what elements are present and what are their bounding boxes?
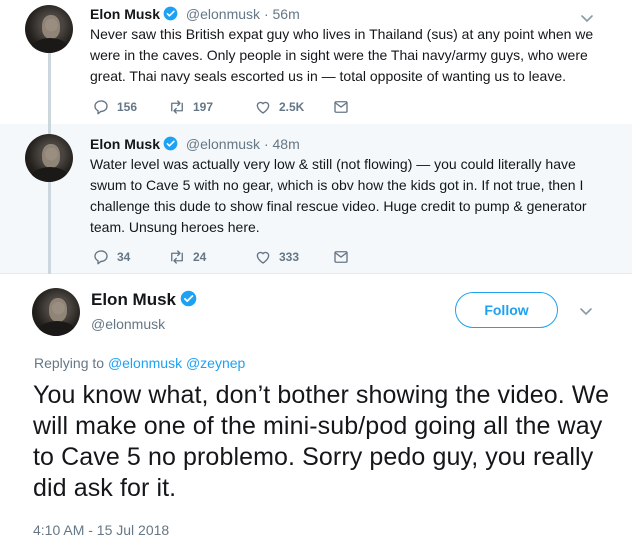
user-name[interactable]: Elon Musk — [90, 6, 160, 22]
tweet-text: Never saw this British expat guy who liv… — [90, 26, 594, 84]
tweet-1[interactable]: Elon Musk @elonmusk · 56m Never saw this… — [0, 0, 632, 124]
direct-message-button[interactable] — [332, 247, 357, 267]
user-handle[interactable]: @elonmusk — [186, 136, 260, 152]
thread-line — [48, 182, 51, 274]
like-icon — [256, 251, 270, 264]
avatar-face — [42, 15, 60, 39]
tweet-time[interactable]: 48m — [273, 136, 300, 152]
verified-badge-icon — [163, 136, 178, 151]
like-button[interactable]: 2.5K — [254, 97, 304, 117]
main-user-handle[interactable]: @elonmusk — [91, 314, 165, 334]
replying-to: Replying to @elonmusk @zeynep — [34, 353, 245, 373]
tweet-2[interactable]: Elon Musk @elonmusk · 48m Water level wa… — [0, 124, 632, 274]
reply-button[interactable]: 34 — [92, 247, 130, 267]
main-name-text[interactable]: Elon Musk — [91, 290, 176, 309]
like-count: 2.5K — [279, 100, 305, 114]
chevron-down-icon[interactable] — [578, 303, 594, 319]
verified-badge-icon — [180, 290, 197, 307]
reply-icon — [94, 100, 108, 115]
retweet-count: 24 — [193, 250, 207, 264]
avatar-face — [42, 144, 60, 168]
retweet-button[interactable]: 24 — [168, 247, 206, 267]
tweet-time[interactable]: 56m — [273, 6, 300, 22]
direct-message-icon — [334, 251, 348, 263]
retweet-icon — [171, 100, 183, 114]
main-avatar[interactable] — [32, 288, 80, 336]
retweet-icon — [171, 250, 183, 264]
main-tweet-text: You know what, don’t bother showing the … — [33, 381, 610, 502]
tweet-header: Elon Musk @elonmusk · 48m — [90, 134, 300, 154]
separator-dot: · — [263, 136, 269, 152]
reply-button[interactable]: 156 — [92, 97, 137, 117]
avatar-shoulders — [38, 321, 76, 336]
replying-prefix: Replying to — [34, 355, 105, 371]
direct-message-icon — [334, 101, 348, 113]
reply-count: 34 — [117, 250, 131, 264]
follow-button[interactable]: Follow — [455, 292, 558, 328]
retweet-button[interactable]: 197 — [168, 97, 213, 117]
replying-to-link[interactable]: @elonmusk — [108, 355, 182, 371]
avatar-shoulders — [31, 38, 69, 53]
avatar[interactable] — [25, 5, 73, 53]
reply-count: 156 — [117, 100, 138, 114]
separator-dot: · — [263, 6, 269, 22]
tweet-timestamp[interactable]: 4:10 AM - 15 Jul 2018 — [33, 520, 169, 540]
user-handle[interactable]: @elonmusk — [186, 6, 260, 22]
like-icon — [256, 101, 270, 114]
reply-icon — [94, 250, 108, 265]
retweet-count: 197 — [193, 100, 214, 114]
avatar-shoulders — [31, 167, 69, 182]
direct-message-button[interactable] — [332, 97, 357, 117]
user-name[interactable]: Elon Musk — [90, 136, 160, 152]
avatar[interactable] — [25, 134, 73, 182]
tweet-header: Elon Musk @elonmusk · 56m — [90, 4, 300, 24]
tweet-text: Water level was actually very low & stil… — [90, 156, 587, 235]
replying-to-link[interactable]: @zeynep — [186, 355, 245, 371]
like-count: 333 — [279, 250, 300, 264]
verified-badge-icon — [163, 6, 178, 21]
like-button[interactable]: 333 — [254, 247, 299, 267]
avatar-face — [49, 298, 67, 322]
main-user-name: Elon Musk — [91, 289, 197, 311]
thread-line — [48, 48, 51, 124]
